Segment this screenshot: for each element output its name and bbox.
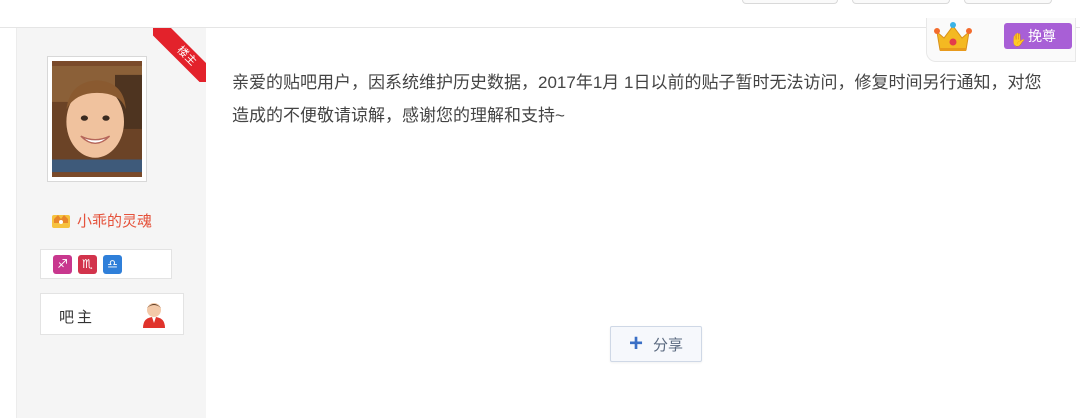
toolbar-button[interactable] — [852, 0, 950, 4]
vip-crown-icon — [52, 215, 70, 228]
avatar[interactable] — [52, 61, 142, 177]
moderator-person-icon — [143, 303, 165, 328]
share-label: 分享 — [653, 336, 684, 354]
avatar-frame[interactable] — [47, 56, 147, 182]
username-link[interactable]: 小乖的灵魂 — [77, 210, 152, 231]
hand-icon: ✋ — [1010, 32, 1027, 47]
tag-label: 挽尊 — [1028, 28, 1056, 44]
op-ribbon: 楼主 — [153, 28, 207, 82]
role-box: 吧主 — [40, 293, 184, 335]
post-body-text: 亲爱的贴吧用户，因系统维护历史数据，2017年1月 1日以前的贴子暂时无法访问，… — [232, 73, 1042, 125]
op-ribbon-label: 楼主 — [153, 28, 207, 82]
crown-icon — [934, 22, 972, 51]
libra-icon[interactable]: ♎ — [103, 254, 122, 274]
top-toolbar — [0, 0, 1080, 28]
avatar-photo — [52, 65, 142, 173]
toolbar-button[interactable] — [964, 0, 1052, 4]
post-content-area: 亲爱的贴吧用户，因系统维护历史数据，2017年1月 1日以前的贴子暂时无法访问，… — [206, 18, 1080, 418]
scorpio-icon[interactable]: ♏ — [78, 254, 97, 274]
zodiac-badge-box: ♐ ♏ ♎ — [40, 249, 172, 279]
username-row: 小乖的灵魂 — [51, 210, 152, 230]
author-sidebar: 楼主 小乖的灵魂 ♐ ♏ ♎ 吧主 — [16, 28, 207, 418]
role-label: 吧主 — [59, 309, 96, 326]
sagittarius-icon[interactable]: ♐ — [53, 254, 72, 274]
toolbar-button[interactable] — [742, 0, 838, 4]
plus-icon: + — [628, 330, 643, 357]
share-button[interactable]: + 分享 — [610, 326, 702, 362]
tag-button[interactable]: ✋ 挽尊 — [1004, 23, 1072, 49]
tag-area: ✋ 挽尊 — [926, 18, 1076, 66]
